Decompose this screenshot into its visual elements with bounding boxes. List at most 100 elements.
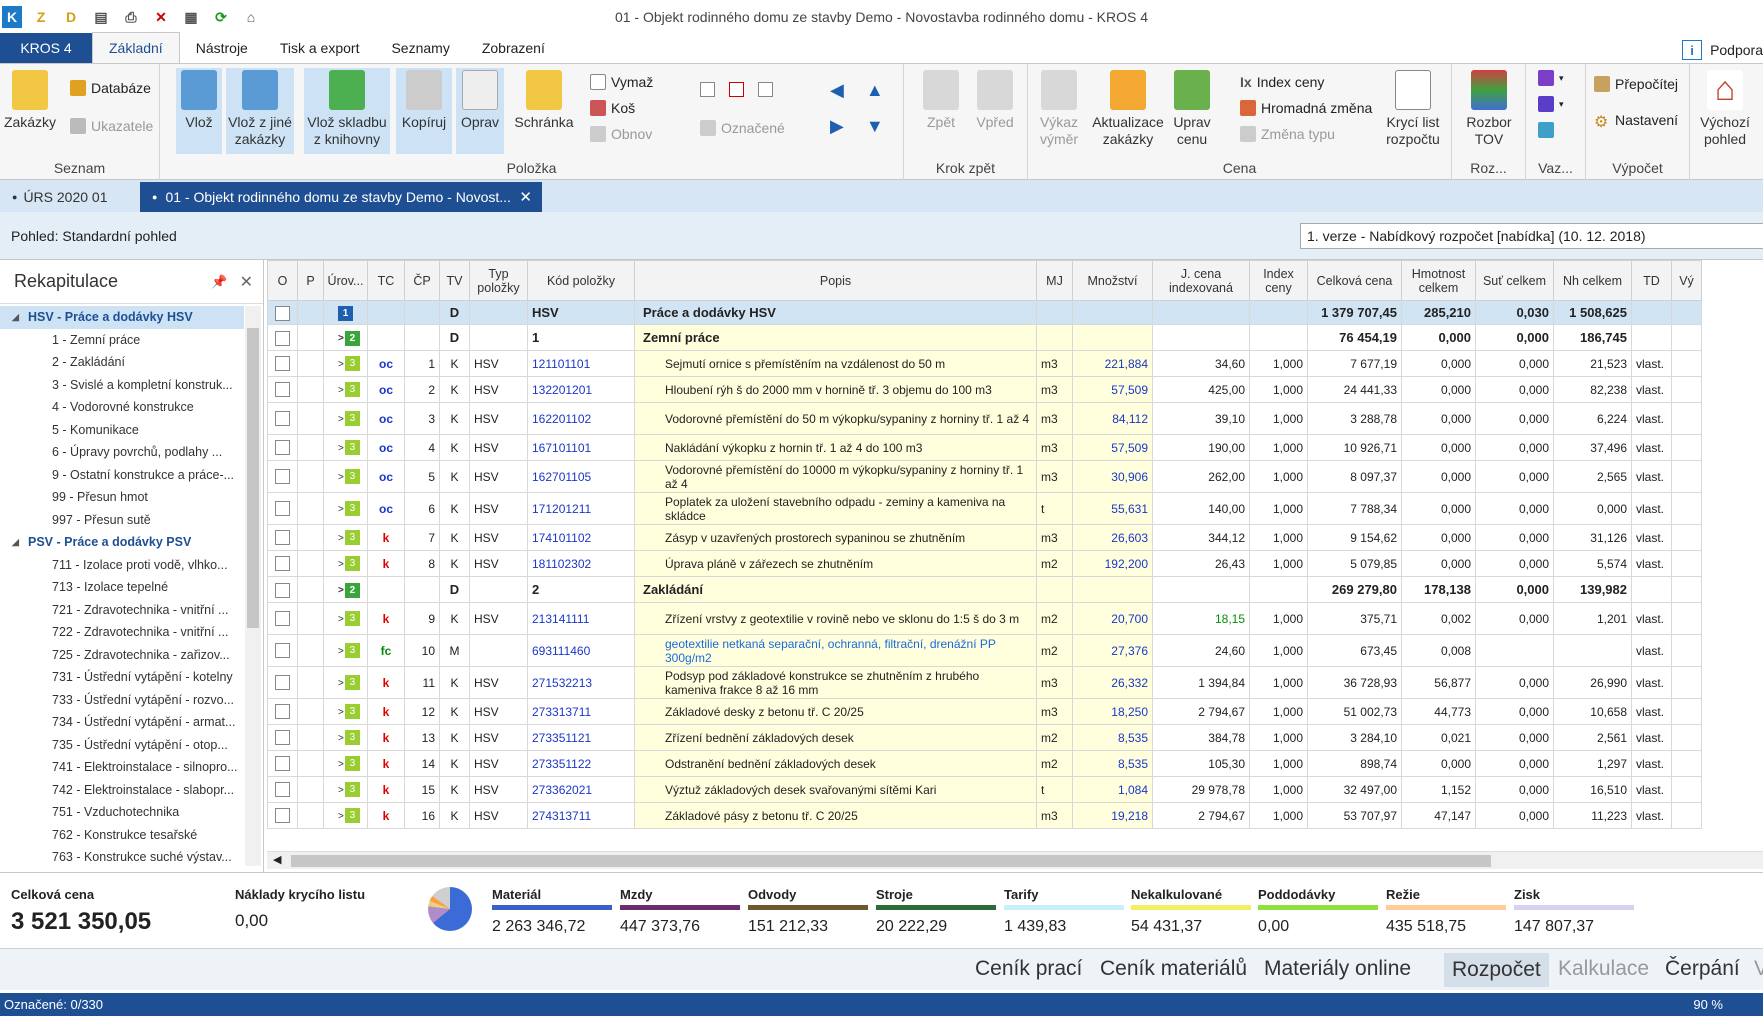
table-row[interactable]: >3 oc 4 K HSV 167101101 Nakládání výkopku z ho… [267, 434, 1702, 461]
cell-index[interactable]: 1,000 [1249, 434, 1308, 461]
cell-index[interactable]: 1,000 [1249, 750, 1308, 777]
cell-celkova[interactable]: 32 497,00 [1307, 776, 1402, 803]
tab-seznamy[interactable]: Seznamy [375, 33, 465, 63]
column-header[interactable]: Typ položky [469, 260, 528, 301]
cell-p[interactable] [297, 576, 324, 603]
module-rozpocet[interactable]: Rozpočet [1444, 953, 1549, 987]
cell-checkbox[interactable] [267, 376, 298, 403]
row-checkbox[interactable] [275, 782, 290, 798]
cell-td[interactable]: vlast. [1631, 602, 1672, 635]
cell-index[interactable]: 1,000 [1249, 698, 1308, 725]
cell-td[interactable]: vlast. [1631, 434, 1672, 461]
table-row[interactable]: >3 k 8 K HSV 181102302 Úprava pláně v zářezech… [267, 550, 1702, 577]
table-row[interactable]: >3 k 13 K HSV 273351121 Zřízení bednění základ… [267, 724, 1702, 751]
cell-nh[interactable]: 82,238 [1553, 376, 1632, 403]
cell-tc[interactable]: oc [367, 434, 405, 461]
cell-hmotnost[interactable]: 0,000 [1401, 434, 1476, 461]
tree-item[interactable]: 733 - Ústřední vytápění - rozvo... [0, 689, 244, 712]
cell-tc[interactable] [367, 324, 405, 351]
cell-level[interactable]: >3 [323, 402, 368, 435]
invert-check-icon[interactable] [758, 82, 773, 97]
scrollbar-thumb[interactable] [247, 328, 259, 628]
cell-typ[interactable] [469, 300, 528, 325]
cell-vy[interactable] [1671, 666, 1702, 699]
cell-checkbox[interactable] [267, 576, 298, 603]
check-icon[interactable] [700, 82, 715, 97]
nastaveni-button[interactable]: ⚙ Nastavení [1594, 112, 1678, 131]
row-checkbox[interactable] [275, 330, 290, 346]
cell-vy[interactable] [1671, 698, 1702, 725]
cell-popis[interactable]: Základové desky z betonu tř. C 20/25 [634, 698, 1037, 725]
cell-popis[interactable]: Práce a dodávky HSV [634, 300, 1037, 325]
cell-mnozstvi[interactable]: 26,332 [1072, 666, 1153, 699]
cell-typ[interactable]: HSV [469, 550, 528, 577]
vpred-button[interactable]: Vpřed [970, 68, 1020, 133]
tab-nastroje[interactable]: Nástroje [180, 33, 264, 63]
sidebar-scrollbar[interactable] [245, 306, 261, 866]
cell-checkbox[interactable] [267, 724, 298, 751]
expand-icon[interactable]: ◢ [12, 537, 28, 548]
cell-tc[interactable]: k [367, 802, 405, 829]
cell-level[interactable]: >3 [323, 802, 368, 829]
cell-tc[interactable] [367, 300, 405, 325]
cell-popis[interactable]: Odstranění bednění základových desek [634, 750, 1037, 777]
databaze-button[interactable]: Databáze [70, 80, 151, 96]
cell-sut[interactable]: 0,000 [1475, 460, 1554, 493]
table-row[interactable]: >3 k 15 K HSV 273362021 Výztuž základových des… [267, 776, 1702, 803]
cell-cp[interactable]: 16 [404, 802, 440, 829]
cell-nh[interactable]: 1,201 [1553, 602, 1632, 635]
cell-hmotnost[interactable]: 0,000 [1401, 460, 1476, 493]
cell-checkbox[interactable] [267, 460, 298, 493]
cell-tv[interactable]: D [439, 324, 470, 351]
cell-vy[interactable] [1671, 376, 1702, 403]
cell-td[interactable]: vlast. [1631, 724, 1672, 751]
cell-typ[interactable]: HSV [469, 802, 528, 829]
cell-hmotnost[interactable]: 285,210 [1401, 300, 1476, 325]
cell-mj[interactable]: m3 [1036, 802, 1073, 829]
cell-hmotnost[interactable]: 0,000 [1401, 402, 1476, 435]
cell-level[interactable]: >3 [323, 750, 368, 777]
chevron-right-icon[interactable]: > [338, 733, 344, 744]
cell-sut[interactable]: 0,000 [1475, 666, 1554, 699]
row-checkbox[interactable] [275, 305, 290, 321]
cell-mnozstvi[interactable]: 221,884 [1072, 350, 1153, 377]
table-row[interactable]: >2 D 2 Zakládání 269 279,80 178,138 0,000 139,9… [267, 576, 1702, 603]
zakazky-button[interactable]: Zakázky [4, 68, 56, 133]
cell-nh[interactable]: 1,297 [1553, 750, 1632, 777]
cell-jcena[interactable]: 34,60 [1152, 350, 1250, 377]
cell-sut[interactable]: 0,000 [1475, 802, 1554, 829]
cell-tv[interactable]: K [439, 492, 470, 525]
cell-hmotnost[interactable]: 0,002 [1401, 602, 1476, 635]
arrow-right-icon[interactable]: ▶ [830, 116, 844, 137]
cell-index[interactable]: 1,000 [1249, 460, 1308, 493]
column-header[interactable]: Nh celkem [1553, 260, 1632, 301]
table-row[interactable]: >3 k 9 K HSV 213141111 Zřízení vrstvy z geotex… [267, 602, 1702, 635]
cell-vy[interactable] [1671, 550, 1702, 577]
row-checkbox[interactable] [275, 704, 290, 720]
cell-mj[interactable]: t [1036, 776, 1073, 803]
column-header[interactable]: O [267, 260, 298, 301]
chevron-right-icon[interactable]: > [338, 678, 344, 689]
cell-typ[interactable] [469, 324, 528, 351]
zakazky-icon[interactable]: Z [30, 6, 52, 28]
cell-index[interactable]: 1,000 [1249, 492, 1308, 525]
column-header[interactable]: TC [367, 260, 405, 301]
cell-jcena[interactable]: 2 794,67 [1152, 802, 1250, 829]
tree-item[interactable]: 4 - Vodorovné konstrukce [0, 396, 244, 419]
cell-tv[interactable]: K [439, 602, 470, 635]
cell-tv[interactable]: K [439, 434, 470, 461]
cell-tc[interactable]: oc [367, 350, 405, 377]
cell-jcena[interactable]: 262,00 [1152, 460, 1250, 493]
cell-jcena[interactable]: 105,30 [1152, 750, 1250, 777]
tree-item[interactable]: 1 - Zemní práce [0, 329, 244, 352]
row-checkbox[interactable] [275, 530, 290, 546]
tree-item[interactable]: 722 - Zdravotechnika - vnitřní ... [0, 621, 244, 644]
vaz-button-3[interactable] [1538, 122, 1554, 138]
cell-index[interactable]: 1,000 [1249, 602, 1308, 635]
rozbor-tov-button[interactable]: Rozbor TOV [1460, 68, 1518, 150]
cell-code[interactable]: HSV [527, 300, 635, 325]
cell-popis[interactable]: Podsyp pod základové konstrukce se zhutn… [634, 666, 1037, 699]
cell-hmotnost[interactable]: 1,152 [1401, 776, 1476, 803]
column-header[interactable]: TD [1631, 260, 1672, 301]
cell-checkbox[interactable] [267, 300, 298, 325]
